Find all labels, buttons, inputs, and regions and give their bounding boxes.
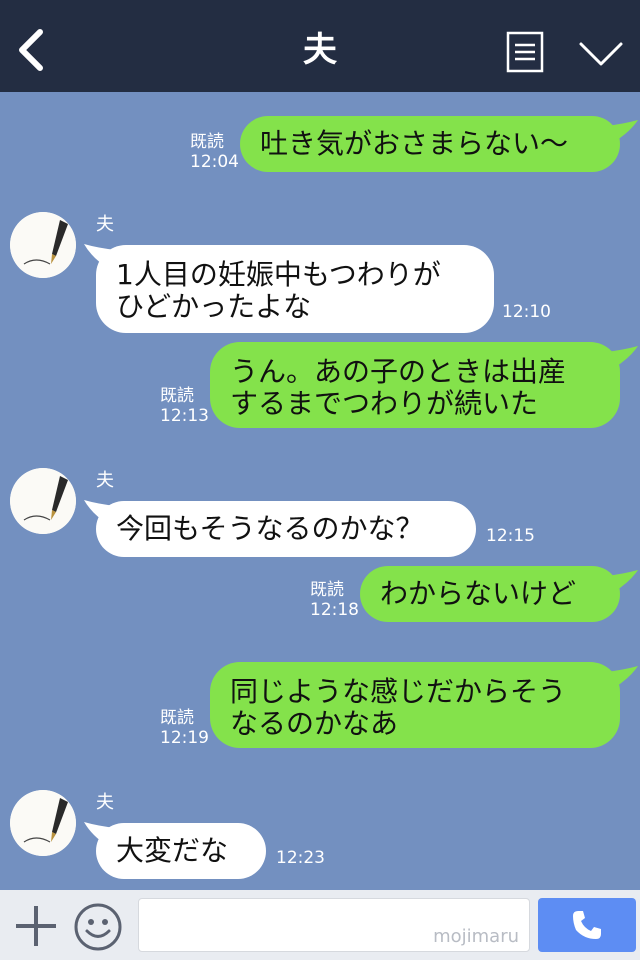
message-input[interactable]: mojimaru xyxy=(138,898,530,952)
message-meta: 既読 12:13 xyxy=(160,386,209,426)
message-line: うん。あの子のときは出産 xyxy=(230,355,567,388)
sender-name: 夫 xyxy=(96,470,114,491)
read-receipt: 既読 xyxy=(190,132,224,152)
outgoing-message-bubble[interactable]: 同じような感じだからそう なるのかなあ xyxy=(210,662,620,748)
message-time: 12:13 xyxy=(160,406,209,426)
call-button[interactable] xyxy=(538,898,636,952)
message-time: 12:18 xyxy=(310,600,359,620)
plus-icon[interactable] xyxy=(14,904,58,948)
watermark: mojimaru xyxy=(433,926,519,947)
phone-icon xyxy=(573,911,601,939)
message-line: 今回もそうなるのかな？ xyxy=(116,512,424,545)
fountain-pen-icon xyxy=(10,212,76,278)
avatar[interactable] xyxy=(10,468,76,534)
message-time: 12:10 xyxy=(502,302,551,322)
chat-header: 夫 xyxy=(0,0,640,92)
bubble-tail xyxy=(606,570,638,592)
sender-name: 夫 xyxy=(96,792,114,813)
sender-name: 夫 xyxy=(96,214,114,235)
incoming-message-bubble[interactable]: 今回もそうなるのかな？ xyxy=(96,501,476,557)
bubble-tail xyxy=(606,120,638,142)
message-time: 12:04 xyxy=(190,152,239,172)
bubble-tail xyxy=(606,346,638,368)
message-line: ひどかったよな xyxy=(116,290,312,323)
message-line: 同じような感じだからそう xyxy=(230,675,567,708)
outgoing-message-bubble[interactable]: 吐き気がおさまらない〜 xyxy=(240,116,620,172)
chevron-down-icon[interactable] xyxy=(578,40,624,68)
incoming-message-bubble[interactable]: 大変だな xyxy=(96,823,266,879)
composer-bar: mojimaru xyxy=(0,890,640,960)
message-list[interactable]: 既読 12:04 吐き気がおさまらない〜 夫 1人目の妊娠中もつわりが ひどかっ… xyxy=(0,92,640,890)
message-line: わからないけど xyxy=(380,577,577,610)
fountain-pen-icon xyxy=(10,790,76,856)
list-icon[interactable] xyxy=(506,31,544,73)
outgoing-message-bubble[interactable]: うん。あの子のときは出産 するまでつわりが続いた xyxy=(210,342,620,428)
read-receipt: 既読 xyxy=(160,386,194,406)
smile-icon[interactable] xyxy=(73,902,123,952)
message-line: 吐き気がおさまらない〜 xyxy=(260,127,569,160)
message-meta: 既読 12:18 xyxy=(310,580,359,620)
fountain-pen-icon xyxy=(10,468,76,534)
message-meta: 既読 12:19 xyxy=(160,708,209,748)
outgoing-message-bubble[interactable]: わからないけど xyxy=(360,566,620,622)
message-line: するまでつわりが続いた xyxy=(230,387,539,420)
incoming-message-bubble[interactable]: 1人目の妊娠中もつわりが ひどかったよな xyxy=(96,245,494,333)
avatar[interactable] xyxy=(10,790,76,856)
message-line: なるのかなあ xyxy=(230,707,399,740)
message-line: 大変だな xyxy=(116,834,229,867)
message-time: 12:15 xyxy=(486,526,535,546)
message-line: 1人目の妊娠中もつわりが xyxy=(116,258,441,291)
message-time: 12:23 xyxy=(276,848,325,868)
message-time: 12:19 xyxy=(160,728,209,748)
bubble-tail xyxy=(606,666,638,688)
message-meta: 既読 12:04 xyxy=(190,132,239,172)
avatar[interactable] xyxy=(10,212,76,278)
read-receipt: 既読 xyxy=(160,708,194,728)
read-receipt: 既読 xyxy=(310,580,344,600)
chat-title: 夫 xyxy=(303,30,337,70)
